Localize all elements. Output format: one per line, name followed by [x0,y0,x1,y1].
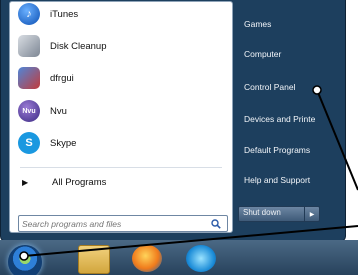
search-button[interactable] [207,217,225,230]
firefox-icon[interactable] [132,245,162,272]
menu-item-computer[interactable]: Computer [244,49,281,59]
menu-item-help-and-support[interactable]: Help and Support [244,175,310,185]
program-label: Disk Cleanup [50,40,107,52]
program-label: Skype [50,137,77,149]
menu-item-games[interactable]: Games [244,19,271,29]
skype-icon: S [18,132,40,154]
itunes-icon: ♪ [18,3,40,25]
start-menu: ♪ iTunes Disk Cleanup dfrgui Nvu Nvu S S… [0,0,346,242]
taskbar [0,240,358,275]
shutdown-label: Shut down [243,208,281,217]
disk-cleanup-icon [18,35,40,57]
program-dfrgui[interactable]: dfrgui [18,64,224,92]
program-label: Nvu [50,105,67,117]
search-icon [211,218,221,229]
menu-item-default-programs[interactable]: Default Programs [244,145,310,155]
arrow-right-icon: ▶ [22,177,29,187]
start-menu-left-panel: ♪ iTunes Disk Cleanup dfrgui Nvu Nvu S S… [9,1,233,233]
program-nvu[interactable]: Nvu Nvu [18,97,224,125]
internet-explorer-icon[interactable] [186,245,216,272]
search-box[interactable] [18,215,228,232]
dfrgui-icon [18,67,40,89]
search-input[interactable] [22,216,202,231]
all-programs-label: All Programs [52,176,107,188]
nvu-icon: Nvu [18,100,40,122]
divider [20,167,222,168]
all-programs-button[interactable]: ▶ All Programs [22,173,106,191]
start-orb-icon[interactable] [8,245,42,275]
program-skype[interactable]: S Skype [18,129,224,157]
program-label: dfrgui [50,72,74,84]
menu-item-devices-and-printers[interactable]: Devices and Printe [244,114,315,124]
screen: ♪ iTunes Disk Cleanup dfrgui Nvu Nvu S S… [0,0,358,275]
shutdown-options-arrow-icon[interactable]: ▶ [304,207,319,221]
program-itunes[interactable]: ♪ iTunes [18,0,224,28]
program-disk-cleanup[interactable]: Disk Cleanup [18,32,224,60]
folder-icon[interactable] [78,245,110,274]
shutdown-button[interactable]: Shut down ▶ [238,206,320,222]
program-label: iTunes [50,8,79,20]
menu-item-control-panel[interactable]: Control Panel [244,82,296,92]
